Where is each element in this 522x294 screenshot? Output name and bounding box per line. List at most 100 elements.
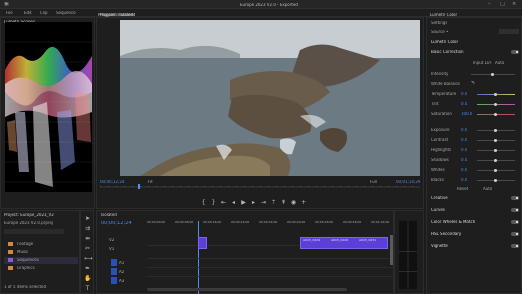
slider-knob[interactable] xyxy=(494,149,497,152)
slider-knob[interactable] xyxy=(494,93,497,96)
curves-toggle[interactable] xyxy=(511,208,519,212)
lumetri-title[interactable]: Lumetri Color xyxy=(430,13,457,17)
auto-button[interactable]: Auto xyxy=(483,187,492,191)
type-tool-icon[interactable]: T xyxy=(84,285,91,292)
step-back-icon[interactable]: ◂ xyxy=(230,199,237,206)
slider-value[interactable]: 0.0 xyxy=(461,158,467,162)
slider-track[interactable] xyxy=(477,139,515,142)
track-label[interactable]: A2 xyxy=(119,270,124,274)
lumetri-settings-tab[interactable]: Settings xyxy=(431,21,447,25)
slider-track[interactable] xyxy=(477,129,515,132)
reset-button[interactable]: Reset xyxy=(457,187,468,191)
menu-item-edit[interactable]: Edit xyxy=(24,11,32,15)
program-scrubber[interactable] xyxy=(100,184,420,189)
basic-correction-header[interactable]: Basic Correction xyxy=(431,50,464,54)
project-tab[interactable]: Project: Europe_2023_V2 xyxy=(4,213,78,217)
slider-track[interactable] xyxy=(477,113,515,116)
track-label[interactable]: V2 xyxy=(109,238,114,242)
vignette-toggle[interactable] xyxy=(511,244,519,248)
eyedropper-icon[interactable]: ✎ xyxy=(471,81,475,86)
color-wheels-header[interactable]: Color Wheels & Match xyxy=(431,220,475,224)
curves-header[interactable]: Curves xyxy=(431,208,445,212)
step-forward-icon[interactable]: ▸ xyxy=(250,199,257,206)
color-wheels-toggle[interactable] xyxy=(511,220,519,224)
creative-toggle[interactable] xyxy=(511,196,519,200)
time-ruler[interactable]: 00;00;00;00 00;00;08;00 00;00;16;00 00;0… xyxy=(147,221,393,227)
clip-select-dropdown[interactable] xyxy=(499,29,519,34)
project-bin-footage[interactable]: Footage xyxy=(4,241,78,248)
mark-out-icon[interactable]: } xyxy=(210,199,217,206)
source-patch-a2[interactable] xyxy=(111,268,117,275)
sequence-tab[interactable]: Isolated xyxy=(101,213,117,217)
lumetri-effect-label[interactable]: Lumetri Color xyxy=(431,40,458,44)
slider-knob[interactable] xyxy=(494,139,497,142)
hand-tool-icon[interactable]: ✋ xyxy=(84,275,91,282)
close-icon[interactable]: × xyxy=(512,2,516,7)
project-search-input[interactable] xyxy=(4,229,64,234)
slider-value[interactable]: 0.0 xyxy=(461,148,467,152)
maximize-icon[interactable]: □ xyxy=(500,2,505,7)
lift-icon[interactable]: ⇡ xyxy=(270,199,277,206)
project-bin-graphics[interactable]: Graphics xyxy=(4,265,78,272)
slider-knob[interactable] xyxy=(494,113,497,116)
playhead-marker[interactable] xyxy=(138,184,140,189)
slider-knob[interactable] xyxy=(494,129,497,132)
slip-tool-icon[interactable]: ⟷ xyxy=(84,255,93,262)
slider-value[interactable]: 0.0 xyxy=(461,102,467,106)
track-label[interactable]: V1 xyxy=(109,247,114,251)
slider-knob[interactable] xyxy=(491,73,494,76)
slider-value[interactable]: 0.0 xyxy=(461,178,467,182)
slider-knob[interactable] xyxy=(494,179,497,182)
input-lut-tab[interactable]: Input LUT xyxy=(473,61,492,65)
slider-value[interactable]: 0.0 xyxy=(461,92,467,96)
slider-track[interactable] xyxy=(471,73,515,76)
ripple-edit-tool-icon[interactable]: ⇹ xyxy=(84,235,91,242)
minimize-icon[interactable]: – xyxy=(488,2,491,7)
razor-tool-icon[interactable]: ✂ xyxy=(84,245,91,252)
track-label[interactable]: A1 xyxy=(119,261,124,265)
hsl-secondary-header[interactable]: HSL Secondary xyxy=(431,232,461,236)
go-to-out-icon[interactable]: ⇥ xyxy=(260,199,267,206)
project-bin-music[interactable]: Music xyxy=(4,249,78,256)
menu-item-clip[interactable]: Clip xyxy=(40,11,48,15)
playback-quality-select[interactable]: Full xyxy=(370,180,377,184)
hsl-secondary-toggle[interactable] xyxy=(511,232,519,236)
slider-value[interactable]: 0.0 xyxy=(461,128,467,132)
video-clip-group[interactable]: A015_C024 A015_C026 A015_C031 xyxy=(300,237,388,249)
auto-tab[interactable]: Auto xyxy=(495,61,504,65)
slider-track[interactable] xyxy=(477,149,515,152)
program-timecode-current[interactable]: 00;00;12;24 xyxy=(100,180,124,184)
menu-item-file[interactable]: File xyxy=(6,11,13,15)
menu-item-sequence[interactable]: Sequence xyxy=(56,11,76,15)
basic-correction-toggle[interactable] xyxy=(511,50,519,54)
pen-tool-icon[interactable]: ✒ xyxy=(84,265,91,272)
zoom-fit-select[interactable]: Fit xyxy=(148,180,153,184)
timeline-vertical-scrollbar[interactable] xyxy=(390,235,393,265)
slider-track[interactable] xyxy=(477,159,515,162)
track-label[interactable]: A3 xyxy=(119,279,124,283)
vignette-header[interactable]: Vignette xyxy=(431,244,448,248)
slider-knob[interactable] xyxy=(494,103,497,106)
selection-tool-icon[interactable]: ➤ xyxy=(84,215,91,222)
program-video-frame[interactable] xyxy=(120,20,420,176)
slider-track[interactable] xyxy=(477,179,515,182)
timeline-timecode[interactable]: 00;00;12;24 xyxy=(101,221,132,226)
slider-value[interactable]: 100.0 xyxy=(461,112,472,116)
source-patch-a1[interactable] xyxy=(111,259,117,266)
timeline-zoom-scrollbar[interactable] xyxy=(147,288,347,291)
button-editor-icon[interactable]: + xyxy=(300,199,307,206)
slider-knob[interactable] xyxy=(494,169,497,172)
video-clip[interactable] xyxy=(198,237,207,249)
creative-header[interactable]: Creative xyxy=(431,196,448,200)
program-monitor-tab[interactable]: Program: Isolated xyxy=(98,13,133,17)
slider-track[interactable] xyxy=(477,93,515,96)
slider-value[interactable]: 0.0 xyxy=(461,168,467,172)
extract-icon[interactable]: ⇞ xyxy=(280,199,287,206)
project-bin-sequences[interactable]: Sequences xyxy=(4,257,78,264)
slider-track[interactable] xyxy=(477,103,515,106)
source-patch-a3[interactable] xyxy=(111,277,117,284)
play-icon[interactable]: ▶ xyxy=(240,199,247,206)
export-frame-icon[interactable]: ◉ xyxy=(290,199,297,206)
slider-track[interactable] xyxy=(477,169,515,172)
go-to-in-icon[interactable]: ⇤ xyxy=(220,199,227,206)
